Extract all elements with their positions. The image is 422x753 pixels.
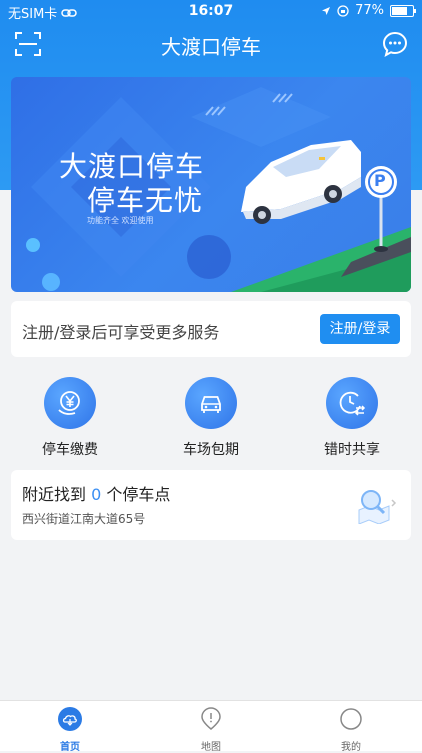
status-right: 77% bbox=[321, 3, 416, 18]
login-card: 注册/登录后可享受更多服务 注册/登录 bbox=[11, 301, 411, 357]
login-prompt: 注册/登录后可享受更多服务 bbox=[22, 323, 220, 342]
service-label: 停车缴费 bbox=[42, 442, 98, 458]
promo-banner[interactable]: P 大渡口停车 停车无忧 功能齐全 欢迎使用 bbox=[11, 77, 411, 292]
map-search-icon[interactable] bbox=[355, 486, 397, 524]
banner-subtitle: 功能齐全 欢迎使用 bbox=[87, 216, 154, 225]
parking-sign-letter: P bbox=[374, 171, 386, 190]
battery-icon bbox=[390, 4, 416, 17]
profile-circle-icon bbox=[340, 708, 362, 730]
tab-profile[interactable]: 我的 bbox=[311, 707, 391, 753]
nearby-prefix: 附近找到 bbox=[22, 485, 87, 504]
service-label: 车场包期 bbox=[183, 442, 239, 458]
nearby-count: 0 bbox=[91, 485, 102, 504]
tab-label: 首页 bbox=[60, 742, 80, 753]
yen-coin-icon bbox=[44, 377, 96, 429]
rotation-lock-icon bbox=[337, 4, 349, 17]
car-icon bbox=[185, 377, 237, 429]
service-label: 错时共享 bbox=[324, 442, 380, 458]
banner-title-line2: 停车无忧 bbox=[87, 184, 204, 217]
tab-label: 我的 bbox=[341, 742, 361, 753]
service-shortcuts: 停车缴费 车场包期 错时共享 bbox=[0, 373, 422, 463]
battery-percent: 77% bbox=[355, 3, 384, 18]
status-bar: 无SIM卡 16:07 77% bbox=[0, 0, 422, 22]
map-pin-icon bbox=[201, 707, 221, 730]
service-monthly-pass[interactable]: 车场包期 bbox=[161, 373, 261, 459]
current-address: 西兴街道江南大道65号 bbox=[22, 512, 146, 526]
home-cloud-icon bbox=[58, 707, 82, 731]
navigation-bar: 大渡口停车 bbox=[0, 22, 422, 66]
register-login-button[interactable]: 注册/登录 bbox=[320, 314, 400, 344]
tab-map[interactable]: 地图 bbox=[171, 707, 251, 753]
chat-bubble-icon[interactable] bbox=[382, 31, 408, 57]
clock-arrows-icon bbox=[326, 377, 378, 429]
tab-label: 地图 bbox=[201, 742, 221, 753]
service-off-peak-sharing[interactable]: 错时共享 bbox=[302, 373, 402, 459]
nearby-parking-card[interactable]: 附近找到 0 个停车点 西兴街道江南大道65号 bbox=[11, 470, 411, 540]
tab-home[interactable]: 首页 bbox=[30, 707, 110, 753]
location-arrow-icon bbox=[322, 6, 331, 15]
nearby-suffix: 个停车点 bbox=[106, 485, 171, 504]
service-parking-payment[interactable]: 停车缴费 bbox=[20, 373, 120, 459]
page-title: 大渡口停车 bbox=[161, 35, 261, 59]
bottom-tab-bar: 首页 地图 我的 bbox=[0, 700, 422, 753]
nearby-title: 附近找到 0 个停车点 bbox=[22, 481, 170, 505]
